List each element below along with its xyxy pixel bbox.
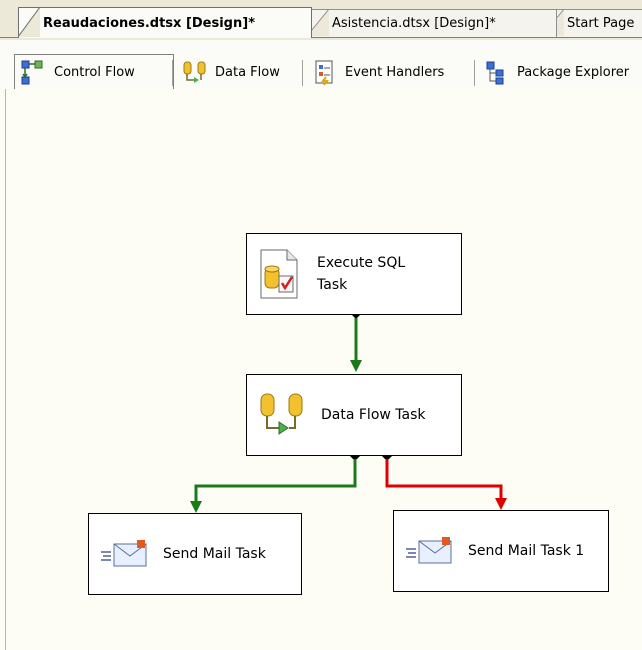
tab-asistencia[interactable]: Asistencia.dtsx [Design]* [307, 9, 557, 37]
tab-package-explorer[interactable]: Package Explorer [478, 56, 642, 89]
document-tab-strip: Start Page Asistencia.dtsx [Design]* Rea… [0, 0, 642, 40]
tab-data-flow[interactable]: Data Flow [176, 56, 298, 89]
send-mail-task[interactable]: Send Mail Task [88, 513, 302, 595]
send-mail-icon [406, 537, 452, 564]
tab-label: Event Handlers [345, 65, 445, 80]
send-mail-icon [101, 540, 147, 567]
tab-label: Reaudaciones.dtsx [Design]* [43, 15, 255, 31]
package-explorer-icon [486, 61, 504, 84]
tab-start-page[interactable]: Start Page [542, 9, 642, 37]
tab-reaudaciones[interactable]: Reaudaciones.dtsx [Design]* [18, 7, 312, 38]
tab-label: Package Explorer [517, 65, 630, 80]
execute-sql-icon [260, 249, 298, 299]
data-flow-task[interactable]: Data Flow Task [246, 374, 462, 456]
tab-label: Data Flow [215, 65, 280, 80]
event-handlers-icon [315, 60, 333, 86]
task-label: Execute SQL Task [317, 255, 406, 293]
tab-control-flow[interactable]: Control Flow [14, 54, 174, 90]
execute-sql-task[interactable]: Execute SQL Task [246, 233, 462, 315]
tab-event-handlers[interactable]: Event Handlers [306, 56, 474, 89]
task-label: Send Mail Task 1 [468, 543, 585, 559]
send-mail-task-1[interactable]: Send Mail Task 1 [393, 510, 609, 592]
data-flow-task-icon [260, 393, 303, 435]
tab-label: Start Page [567, 16, 635, 31]
task-label: Send Mail Task [163, 546, 266, 562]
tab-separator [172, 60, 173, 86]
tab-separator [302, 60, 303, 86]
tab-separator [474, 60, 475, 86]
data-flow-icon [183, 61, 206, 83]
tab-label: Control Flow [54, 65, 135, 80]
control-flow-icon [21, 60, 43, 84]
canvas-border [5, 89, 6, 650]
task-label: Data Flow Task [321, 407, 426, 423]
tab-label: Asistencia.dtsx [Design]* [332, 16, 496, 31]
